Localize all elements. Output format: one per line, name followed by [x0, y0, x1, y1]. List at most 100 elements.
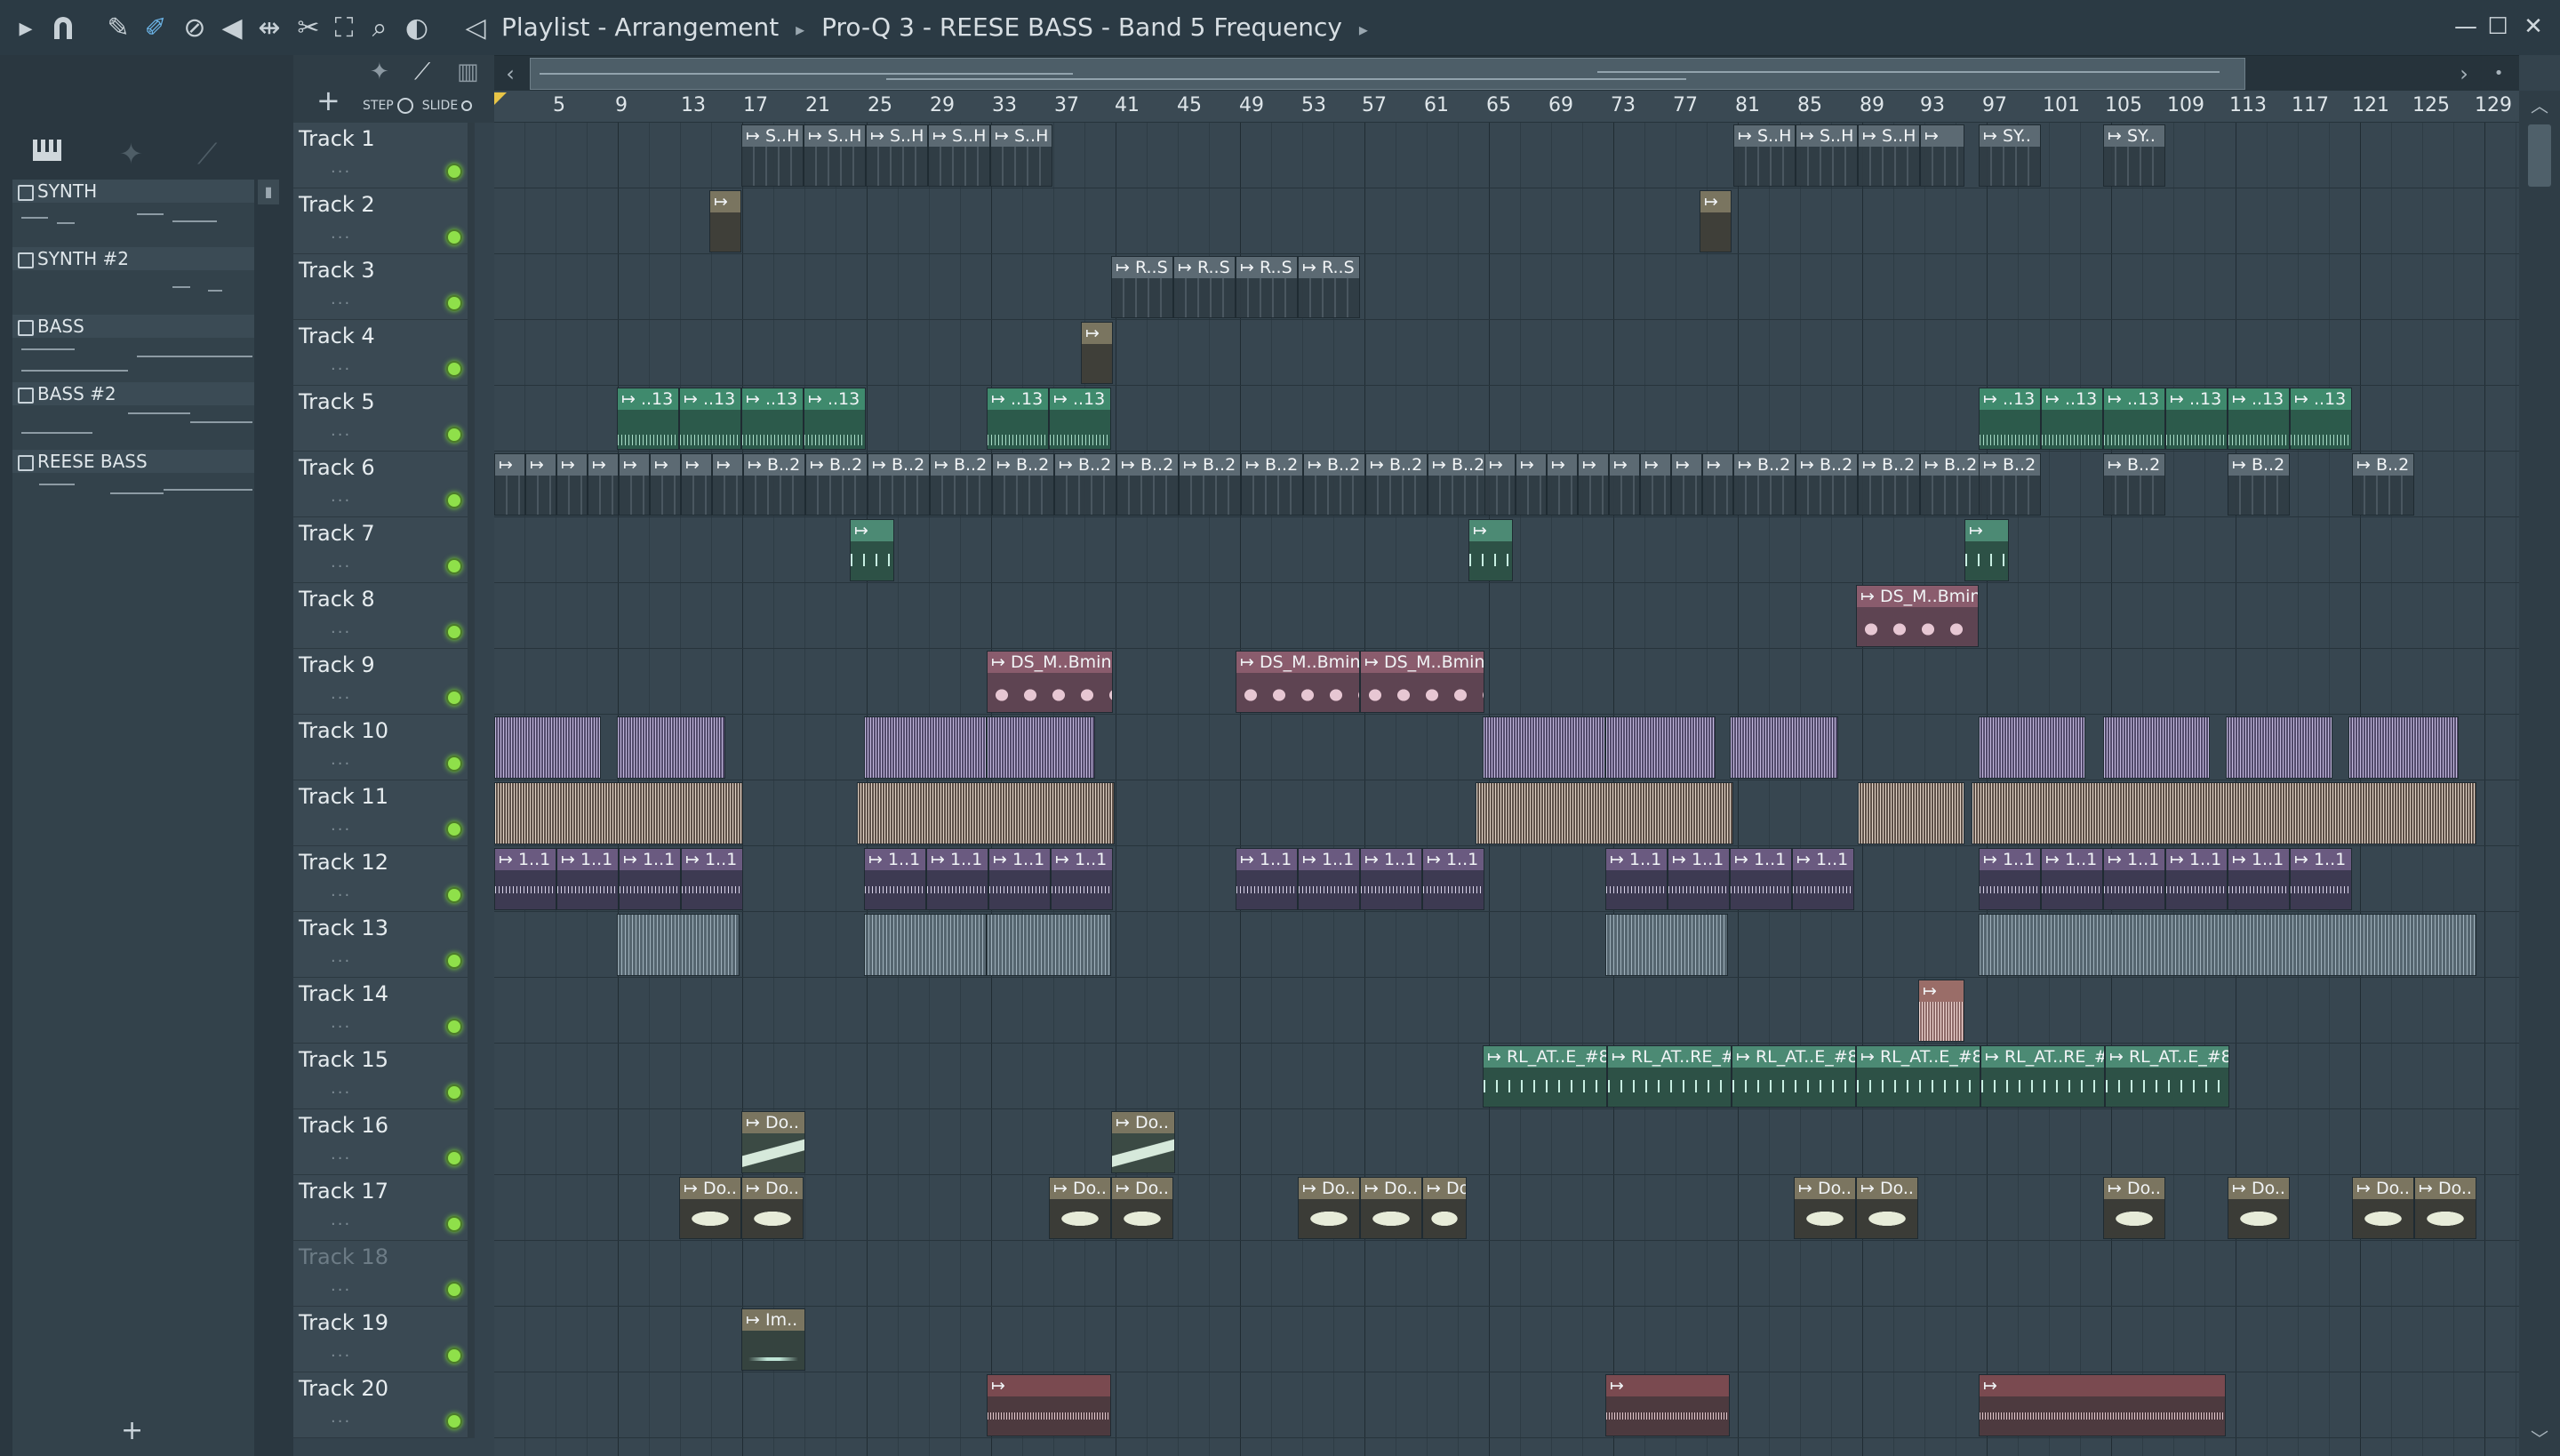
track-resize-grip[interactable] [468, 583, 475, 649]
playlist-clip[interactable] [987, 716, 1095, 779]
playlist-clip[interactable]: ↦ RL_AT..E_#8 [1483, 1045, 1607, 1108]
playlist-clip[interactable]: ↦ 1..1 [1792, 848, 1854, 910]
track-resize-grip[interactable] [468, 715, 475, 780]
playlist-clip[interactable]: ↦ [1918, 980, 1964, 1042]
chevron-down-icon[interactable]: ﹀ [2524, 1426, 2555, 1452]
list-item[interactable]: SYNTH #2 [12, 247, 254, 315]
playlist-clip[interactable]: ↦ RL_AT..RE_#8 [1980, 1045, 2105, 1108]
playlist-clip[interactable]: ↦ Do.. [1049, 1177, 1111, 1239]
track-resize-grip[interactable] [468, 846, 475, 912]
track-header[interactable]: Track 18... [293, 1241, 475, 1307]
playlist-clip[interactable]: ↦ 1..1 [988, 848, 1051, 910]
playlist-clip[interactable] [857, 782, 1115, 844]
playlist-clip[interactable]: ↦ [525, 453, 556, 516]
track-header[interactable]: Track 6... [293, 452, 475, 517]
playlist-clip[interactable]: ↦ B..2 [1365, 453, 1428, 516]
track-name[interactable]: Track 2 [299, 192, 375, 217]
playlist-clip[interactable]: ↦ [987, 1374, 1111, 1436]
scroll-right-button[interactable]: › [2448, 60, 2480, 88]
playlist-clip[interactable]: ↦ R..S [1111, 256, 1173, 318]
playlist-clip[interactable]: ↦ DS_M..Bmin [1360, 651, 1484, 713]
track-header[interactable]: Track 4... [293, 320, 475, 386]
playlist-clip[interactable]: ↦ B..2 [1858, 453, 1920, 516]
pencil-icon[interactable]: ✎ [105, 11, 132, 44]
track-name[interactable]: Track 12 [299, 850, 388, 875]
timeline-ruler[interactable]: 5 9 13 17 21 25 29 33 37 41 45 49 53 57 61 65 69 73 77 81 85… [494, 91, 2519, 123]
playlist-clip[interactable]: ↦ ..13 [617, 388, 679, 450]
pattern-name[interactable]: SYNTH #2 [12, 247, 254, 270]
playlist-clip[interactable]: ↦ ..13 [2041, 388, 2103, 450]
slip-icon[interactable]: ⇹ [254, 11, 284, 44]
slice-icon[interactable]: ✂ [293, 11, 324, 44]
playlist-clip[interactable] [494, 782, 743, 844]
track-resize-grip[interactable] [468, 1175, 475, 1241]
track-enable-led[interactable] [446, 887, 462, 903]
playlist-clip[interactable]: ↦ DS_M..Bmin [1236, 651, 1360, 713]
playlist-clip[interactable]: ↦ 1..1 [926, 848, 988, 910]
playlist-clip[interactable]: ↦ 1..1 [1051, 848, 1113, 910]
playlist-clip[interactable]: ↦ 1..1 [556, 848, 619, 910]
playlist-clip[interactable] [2348, 716, 2459, 779]
playlist-clip[interactable] [617, 716, 725, 779]
playlist-clip[interactable] [2226, 716, 2332, 779]
playlist-clip[interactable]: ↦ Do.. [1856, 1177, 1918, 1239]
playlist-clip[interactable]: ↦ R..S [1236, 256, 1298, 318]
track-enable-led[interactable] [446, 756, 462, 772]
playlist-clip[interactable]: ↦ 1..1 [1360, 848, 1422, 910]
close-button[interactable]: ✕ [2516, 9, 2551, 44]
playlist-clip[interactable]: ↦ B..2 [1979, 453, 2041, 516]
playlist-clip[interactable]: ↦ 1..1 [1979, 848, 2041, 910]
track-header[interactable]: Track 16... [293, 1109, 475, 1175]
track-enable-led[interactable] [446, 1348, 462, 1364]
playlist-clip[interactable]: ↦ B..2 [1796, 453, 1858, 516]
track-enable-led[interactable] [446, 558, 462, 574]
playlist-clip[interactable]: ↦ [588, 453, 619, 516]
playlist-clip[interactable]: ↦ B..2 [2103, 453, 2165, 516]
track-enable-led[interactable] [446, 1150, 462, 1166]
playlist-clip[interactable]: ↦ Im.. [741, 1308, 805, 1371]
pattern-name[interactable]: BASS [12, 315, 254, 338]
track-name[interactable]: Track 11 [299, 784, 388, 809]
select-icon[interactable]: ⛶ [329, 11, 359, 44]
track-header[interactable]: Track 9... [293, 649, 475, 715]
speaker-icon[interactable]: ◁ [460, 11, 491, 44]
track-enable-led[interactable] [446, 492, 462, 508]
playlist-clip[interactable]: ↦ Do.. [741, 1111, 805, 1173]
playlist-clip[interactable] [1476, 782, 1733, 844]
playlist-clip[interactable]: ↦ [1484, 453, 1516, 516]
track-header[interactable]: Track 14... [293, 978, 475, 1044]
playlist-clip[interactable]: ↦ 1..1 [2228, 848, 2290, 910]
dot-menu-icon[interactable]: • [2484, 60, 2514, 88]
step-checkbox[interactable] [396, 98, 413, 114]
playlist-clip[interactable]: ↦ S..H [1733, 124, 1796, 187]
playlist-clip[interactable]: ↦ ..13 [2103, 388, 2165, 450]
playlist-clip[interactable]: ↦ 1..1 [2103, 848, 2165, 910]
playlist-clip[interactable]: ↦ SY.. [1979, 124, 2041, 187]
track-enable-led[interactable] [446, 1282, 462, 1298]
track-enable-led[interactable] [446, 690, 462, 706]
playlist-clip[interactable]: ↦ [850, 519, 894, 581]
playhead-marker[interactable] [494, 92, 507, 105]
piano-icon[interactable] [32, 137, 62, 169]
track-header[interactable]: Track 10... [293, 715, 475, 780]
track-enable-led[interactable] [446, 953, 462, 969]
playlist-clip[interactable]: ↦ 1..1 [2041, 848, 2103, 910]
step-slide-toggle[interactable]: STEP SLIDE [363, 98, 481, 114]
playlist-clip[interactable]: ↦ 1..1 [1730, 848, 1792, 910]
list-item[interactable]: SYNTH [12, 180, 254, 247]
track-resize-grip[interactable] [468, 1372, 475, 1438]
scroll-thumb[interactable] [2528, 124, 2551, 187]
track-resize-grip[interactable] [468, 188, 475, 254]
playlist-clip[interactable]: ↦ ..13 [679, 388, 741, 450]
track-resize-grip[interactable] [468, 1241, 475, 1307]
playlist-clip[interactable]: ↦ ..13 [741, 388, 804, 450]
playlist-clip[interactable] [617, 914, 740, 976]
pattern-name[interactable]: SYNTH [12, 180, 254, 203]
playlist-clip[interactable]: ↦ DS_M..Bmin [1856, 585, 1979, 647]
breadcrumb-item-parameter[interactable]: Pro-Q 3 - REESE BASS - Band 5 Frequency [821, 12, 1342, 42]
playlist-clip[interactable]: ↦ ..13 [1049, 388, 1111, 450]
playlist-clip[interactable]: ↦ ..13 [804, 388, 866, 450]
track-resize-grip[interactable] [468, 254, 475, 320]
playlist-clip[interactable]: ↦ Do.. [679, 1177, 741, 1239]
playlist-clip[interactable]: ↦ B..2 [2228, 453, 2290, 516]
